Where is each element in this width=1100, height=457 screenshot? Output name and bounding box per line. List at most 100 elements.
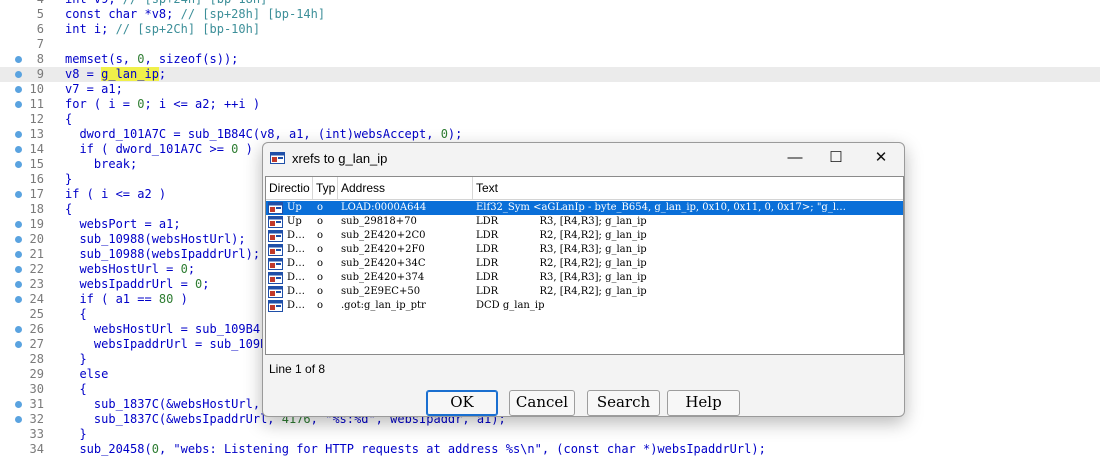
code-text: websHostUrl = 0; [65, 262, 196, 276]
ok-button[interactable]: OK [426, 390, 498, 416]
code-text: v8 = g_lan_ip; [65, 67, 167, 81]
xref-row[interactable]: D… o sub_2E420+34C LDR R2, [R4,R2]; g_lan_i… [266, 257, 903, 271]
line-number: 22 [29, 262, 44, 276]
code-text: else [65, 367, 109, 381]
column-address[interactable]: Address [341, 181, 471, 195]
code-line[interactable]: 9 v8 = g_lan_ip; [0, 67, 1100, 82]
code-text: { [65, 202, 73, 216]
code-line[interactable]: 5 const char *v8; // [sp+28h] [bp-14h] [0, 7, 1100, 22]
line-number: 15 [29, 157, 44, 171]
close-button[interactable]: ✕ [859, 143, 903, 174]
line-number: 4 [22, 0, 44, 7]
line-number: 29 [29, 367, 44, 381]
column-direction[interactable]: Directio [269, 181, 311, 195]
line-number: 11 [29, 97, 44, 111]
search-button[interactable]: Search [587, 390, 660, 416]
code-text: int v9; // [sp+24h] [bp-18h] [65, 0, 267, 7]
breakpoint-dot-icon[interactable] [15, 281, 22, 288]
column-type[interactable]: Typ [316, 181, 336, 195]
line-number: 16 [29, 172, 44, 186]
xref-direction: D… [287, 300, 306, 311]
code-text: } [65, 352, 87, 366]
xref-direction: D… [287, 244, 306, 255]
breakpoint-dot-icon[interactable] [15, 221, 22, 228]
breakpoint-dot-icon[interactable] [15, 296, 22, 303]
xref-type: o [317, 258, 324, 269]
xref-row[interactable]: D… o sub_2E420+2C0 LDR R2, [R4,R2]; g_lan_i… [266, 229, 903, 243]
code-text: } [65, 427, 87, 441]
maximize-button[interactable]: ☐ [814, 143, 858, 174]
help-button[interactable]: Help [667, 390, 740, 416]
xrefs-window-icon [270, 152, 285, 164]
breakpoint-dot-icon[interactable] [15, 131, 22, 138]
code-text: v7 = a1; [65, 82, 123, 96]
line-number: 13 [29, 127, 44, 141]
xref-address: sub_29818+70 [341, 216, 417, 227]
xref-row[interactable]: D… o sub_2E420+374 LDR R3, [R4,R3]; g_lan_i… [266, 271, 903, 285]
breakpoint-dot-icon[interactable] [15, 161, 22, 168]
breakpoint-dot-icon[interactable] [15, 146, 22, 153]
code-line[interactable]: 8 memset(s, 0, sizeof(s)); [0, 52, 1100, 67]
code-text: websIpaddrUrl = 0; [65, 277, 210, 291]
code-text: break; [65, 157, 138, 171]
breakpoint-dot-icon[interactable] [15, 416, 22, 423]
breakpoint-dot-icon[interactable] [15, 191, 22, 198]
breakpoint-dot-icon[interactable] [15, 86, 22, 93]
line-number: 25 [29, 307, 44, 321]
code-line[interactable]: 7 [0, 37, 1100, 52]
line-number: 26 [29, 322, 44, 336]
xref-row[interactable]: D… o sub_2E9EC+50 LDR R2, [R4,R2]; g_lan_ip [266, 285, 903, 299]
xref-text: Elf32_Sym <aGLanIp - byte_B654, g_lan_ip… [476, 202, 847, 213]
xrefs-list[interactable]: Directio Typ Address Text Up o LOAD:0000A6… [265, 176, 904, 355]
code-line[interactable]: 12 { [0, 112, 1100, 127]
code-text: { [65, 307, 87, 321]
xref-row[interactable]: Up o sub_29818+70 LDR R3, [R4,R3]; g_lan_ip [266, 215, 903, 229]
xref-row[interactable]: D… o sub_2E420+2F0 LDR R3, [R4,R3]; g_lan_i… [266, 243, 903, 257]
minimize-button[interactable]: — [773, 143, 817, 174]
xref-address: sub_2E420+2F0 [341, 244, 425, 255]
code-text: if ( dword_101A7C >= 0 ) [65, 142, 253, 156]
xref-direction: D… [287, 230, 306, 241]
code-text: int i; // [sp+2Ch] [bp-10h] [65, 22, 261, 36]
column-text[interactable]: Text [476, 181, 676, 195]
code-line[interactable]: 11 for ( i = 0; i <= a2; ++i ) [0, 97, 1100, 112]
breakpoint-dot-icon[interactable] [15, 71, 22, 78]
line-number: 14 [29, 142, 44, 156]
xrefs-list-header: Directio Typ Address Text [266, 177, 903, 200]
xref-row[interactable]: Up o LOAD:0000A644 Elf32_Sym <aGLanIp - byt… [266, 201, 903, 215]
code-line[interactable]: 13 dword_101A7C = sub_1B84C(v8, a1, (int… [0, 127, 1100, 142]
status-line: Line 1 of 8 [269, 362, 326, 376]
xref-type: o [317, 300, 324, 311]
breakpoint-dot-icon[interactable] [15, 401, 22, 408]
code-line[interactable]: 6 int i; // [sp+2Ch] [bp-10h] [0, 22, 1100, 37]
xref-address: sub_2E9EC+50 [341, 286, 421, 297]
xref-icon [268, 230, 283, 242]
xref-icon [268, 244, 283, 256]
breakpoint-dot-icon[interactable] [15, 101, 22, 108]
breakpoint-dot-icon[interactable] [15, 236, 22, 243]
breakpoint-dot-icon[interactable] [15, 341, 22, 348]
xref-type: o [317, 244, 324, 255]
xref-direction: Up [287, 216, 302, 227]
dialog-titlebar[interactable]: xrefs to g_lan_ip — ☐ ✕ [263, 143, 904, 174]
code-line[interactable]: 34 sub_20458(0, "webs: Listening for HTT… [0, 442, 1100, 457]
cancel-button[interactable]: Cancel [509, 390, 575, 416]
breakpoint-dot-icon[interactable] [15, 56, 22, 63]
code-line[interactable]: 33 } [0, 427, 1100, 442]
breakpoint-dot-icon[interactable] [15, 266, 22, 273]
xref-row[interactable]: D… o .got:g_lan_ip_ptr DCD g_lan_ip [266, 299, 903, 313]
line-number: 28 [29, 352, 44, 366]
line-number: 30 [29, 382, 44, 396]
xref-address: .got:g_lan_ip_ptr [341, 300, 426, 311]
line-number: 34 [29, 442, 44, 456]
breakpoint-dot-icon[interactable] [15, 326, 22, 333]
line-number: 32 [29, 412, 44, 426]
dialog-title: xrefs to g_lan_ip [292, 151, 388, 166]
code-line[interactable]: 4 int v9; // [sp+24h] [bp-18h] [0, 0, 1100, 7]
line-number: 7 [36, 37, 44, 51]
line-number: 23 [29, 277, 44, 291]
code-text: if ( a1 == 80 ) [65, 292, 188, 306]
breakpoint-dot-icon[interactable] [15, 251, 22, 258]
xref-icon [268, 272, 283, 284]
code-line[interactable]: 10 v7 = a1; [0, 82, 1100, 97]
